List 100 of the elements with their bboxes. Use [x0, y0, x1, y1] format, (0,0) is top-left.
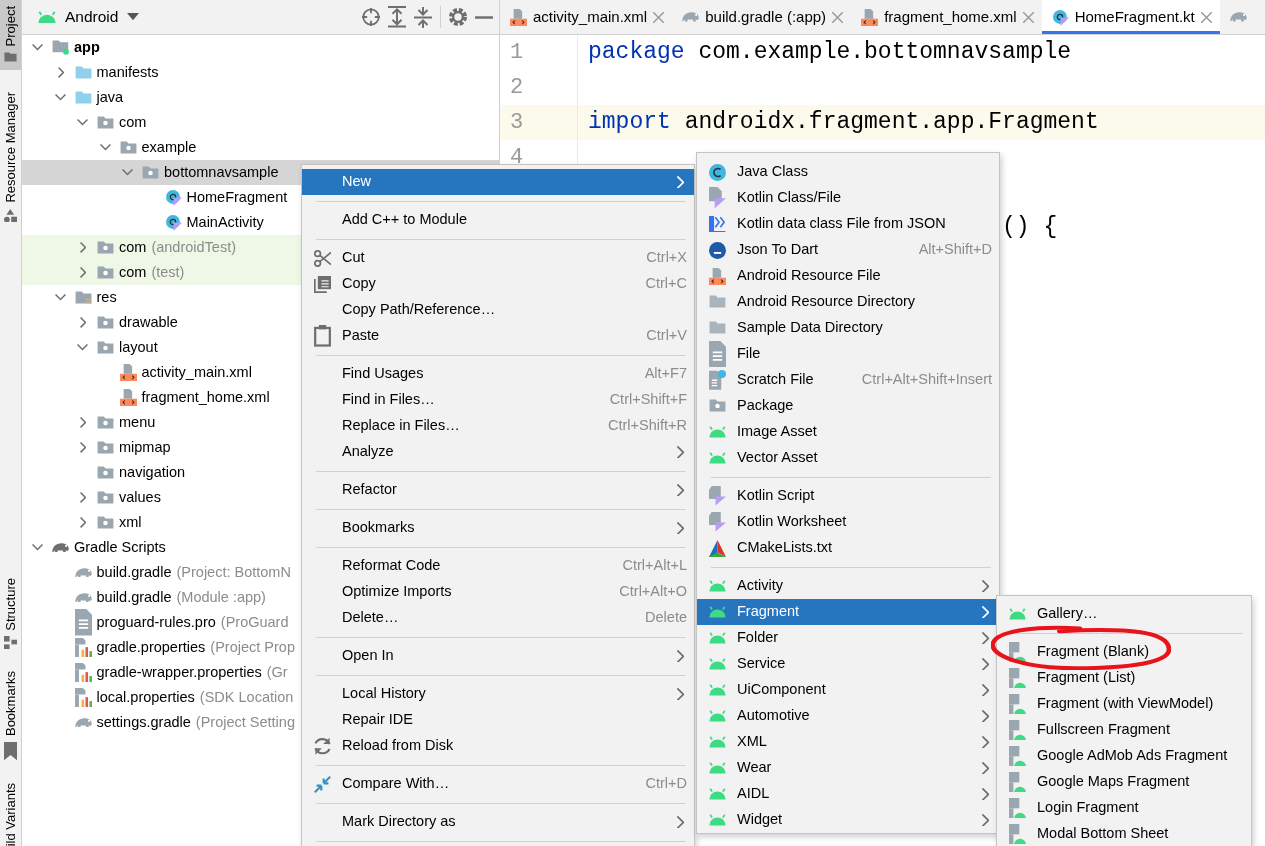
popup-entry[interactable]: Scratch File Ctrl+Alt+Shift+Insert: [697, 367, 999, 393]
popup-entry[interactable]: Analyze: [302, 439, 694, 465]
popup-entry[interactable]: Copy Path/Reference…: [302, 297, 694, 323]
chevron-icon[interactable]: [80, 317, 86, 328]
close-icon[interactable]: [1200, 11, 1212, 23]
chevron-icon[interactable]: [80, 267, 86, 278]
locate-icon[interactable]: [362, 8, 380, 26]
popup-entry[interactable]: Fragment (Blank): [997, 639, 1251, 665]
popup-entry[interactable]: Android Resource Directory: [697, 289, 999, 315]
popup-entry[interactable]: Local History: [302, 681, 694, 707]
popup-entry[interactable]: Fragment (with ViewModel): [997, 691, 1251, 717]
popup-entry[interactable]: Google Maps Fragment: [997, 769, 1251, 795]
chevron-icon[interactable]: [99, 144, 111, 151]
popup-entry[interactable]: Login Fragment: [997, 795, 1251, 821]
popup-entry[interactable]: Reload from Disk: [302, 733, 694, 759]
popup-entry[interactable]: Mark Directory as: [302, 809, 694, 835]
chevron-icon[interactable]: [80, 442, 86, 453]
popup-entry[interactable]: Fragment (List): [997, 665, 1251, 691]
popup-entry[interactable]: Folder: [697, 625, 999, 651]
editor-tab[interactable]: activity_main.xml: [500, 0, 673, 34]
folder-icon: [97, 266, 114, 279]
chevron-icon[interactable]: [54, 294, 66, 301]
tool-window-tab[interactable]: Structure: [0, 571, 21, 658]
folder-icon: [97, 116, 114, 129]
popup-entry[interactable]: Wear: [697, 755, 999, 781]
properties-file-icon: [74, 662, 92, 683]
collapse-all-icon[interactable]: [414, 6, 432, 28]
popup-entry[interactable]: Google AdMob Ads Fragment: [997, 743, 1251, 769]
tool-window-tab[interactable]: Resource Manager: [0, 86, 21, 231]
popup-entry[interactable]: Vector Asset: [697, 445, 999, 471]
popup-entry[interactable]: Kotlin Script: [697, 483, 999, 509]
settings-icon[interactable]: [449, 8, 467, 26]
popup-entry[interactable]: Refactor: [302, 477, 694, 503]
chevron-icon[interactable]: [32, 544, 43, 551]
tree-item[interactable]: java: [22, 85, 499, 110]
view-selector[interactable]: Android: [38, 5, 140, 29]
tool-window-tab[interactable]: ild Variants: [0, 776, 21, 846]
popup-entry[interactable]: Find Usages Alt+F7: [302, 361, 694, 387]
tree-item[interactable]: app: [22, 35, 499, 60]
popup-entry[interactable]: Paste Ctrl+V: [302, 323, 694, 349]
chevron-icon[interactable]: [80, 417, 86, 428]
android-icon: [1008, 608, 1026, 620]
popup-entry[interactable]: File: [697, 341, 999, 367]
folder-icon: [97, 516, 114, 529]
chevron-icon[interactable]: [57, 67, 64, 78]
minimize-icon[interactable]: [475, 15, 493, 19]
arrows-icon: [313, 775, 331, 793]
popup-entry[interactable]: Open In: [302, 643, 694, 669]
chevron-icon[interactable]: [80, 242, 86, 253]
popup-entry[interactable]: Sample Data Directory: [697, 315, 999, 341]
popup-entry[interactable]: New: [302, 169, 694, 195]
tree-item-detail: (Module :app): [176, 587, 266, 607]
popup-entry[interactable]: Gallery…: [997, 601, 1251, 627]
chevron-icon[interactable]: [54, 94, 66, 101]
editor-tab[interactable]: fragment_home.xml: [851, 0, 1042, 34]
popup-entry[interactable]: Repair IDE: [302, 707, 694, 733]
popup-entry[interactable]: Kotlin data class File from JSON: [697, 211, 999, 237]
shortcut-text: Alt+Shift+D: [918, 240, 992, 260]
chevron-icon[interactable]: [122, 169, 133, 176]
tree-item[interactable]: manifests: [22, 60, 499, 85]
popup-entry[interactable]: Package: [697, 393, 999, 419]
popup-entry[interactable]: Fullscreen Fragment: [997, 717, 1251, 743]
popup-entry[interactable]: Json To Dart Alt+Shift+D: [697, 237, 999, 263]
chevron-icon[interactable]: [80, 517, 86, 528]
popup-entry[interactable]: Java Class: [697, 159, 999, 185]
popup-entry[interactable]: CMakeLists.txt: [697, 535, 999, 561]
tree-item[interactable]: com: [22, 110, 499, 135]
chevron-icon[interactable]: [32, 44, 43, 51]
template-icon: [1008, 771, 1026, 793]
tool-window-tab[interactable]: Project: [0, 0, 21, 71]
chevron-icon[interactable]: [77, 344, 88, 351]
popup-entry[interactable]: Replace in Files… Ctrl+Shift+R: [302, 413, 694, 439]
popup-entry[interactable]: XML: [697, 729, 999, 755]
shortcut-text: Alt+F7: [644, 364, 687, 384]
editor-tab[interactable]: build.gradle (:app): [672, 0, 852, 34]
template-icon: [1008, 667, 1026, 689]
popup-entry[interactable]: Widget: [697, 807, 999, 833]
popup-entry[interactable]: UiComponent: [697, 677, 999, 703]
popup-entry[interactable]: Find in Files… Ctrl+Shift+F: [302, 387, 694, 413]
tree-item[interactable]: example: [22, 135, 499, 160]
popup-entry[interactable]: Automotive: [697, 703, 999, 729]
popup-entry[interactable]: Modal Bottom Sheet: [997, 821, 1251, 846]
popup-entry[interactable]: Compare With… Ctrl+D: [302, 771, 694, 797]
popup-entry[interactable]: Service: [697, 651, 999, 677]
chevron-icon[interactable]: [80, 492, 86, 503]
popup-entry[interactable]: AIDL: [697, 781, 999, 807]
properties-file-icon: [74, 687, 92, 708]
editor-tab[interactable]: HomeFragment.kt: [1041, 0, 1220, 34]
popup-entry[interactable]: Delete… Delete: [302, 605, 694, 631]
tool-window-tab[interactable]: Bookmarks: [0, 665, 21, 769]
expand-all-icon[interactable]: [388, 6, 406, 28]
popup-entry[interactable]: Kotlin Worksheet: [697, 509, 999, 535]
popup-entry[interactable]: Image Asset: [697, 419, 999, 445]
popup-entry[interactable]: Optimize Imports Ctrl+Alt+O: [302, 579, 694, 605]
popup-entry[interactable]: Kotlin Class/File: [697, 185, 999, 211]
chevron-icon[interactable]: [77, 119, 88, 126]
popup-entry[interactable]: Add C++ to Module: [302, 207, 694, 233]
popup-entry[interactable]: Activity: [697, 573, 999, 599]
popup-entry[interactable]: Android Resource File: [697, 263, 999, 289]
popup-entry[interactable]: Fragment: [697, 599, 999, 625]
